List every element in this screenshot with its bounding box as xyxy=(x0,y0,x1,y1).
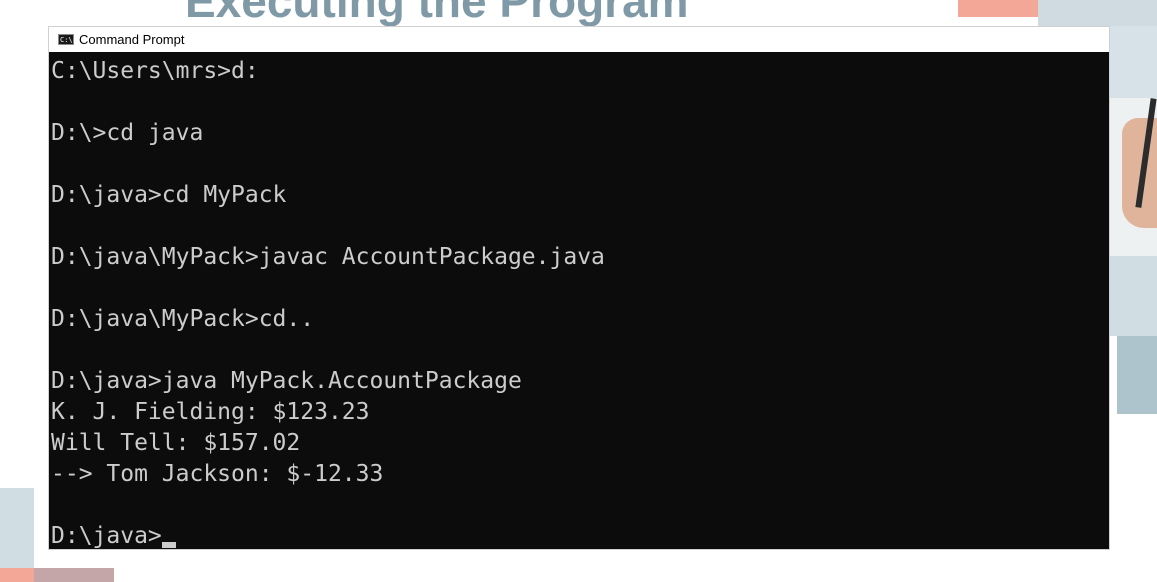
decorative-bottom-pink xyxy=(34,568,114,582)
decorative-bottom-peach xyxy=(0,568,34,582)
console-line: D:\java>cd MyPack xyxy=(51,182,287,208)
decorative-right-block xyxy=(1110,256,1157,336)
console-line: D:\>cd java xyxy=(51,120,204,146)
console-prompt: D:\java> xyxy=(51,523,162,549)
text-cursor xyxy=(161,542,176,548)
console-line: Will Tell: $157.02 xyxy=(51,430,301,456)
decorative-blue-block xyxy=(1117,336,1157,414)
decorative-salmon-block xyxy=(958,0,1038,17)
decorative-right-strip xyxy=(1110,26,1157,98)
slide-title: Executing the Program xyxy=(185,0,689,27)
console-output[interactable]: C:\Users\mrs>d: D:\>cd java D:\java>cd M… xyxy=(49,52,1109,552)
console-line: --> Tom Jackson: $-12.33 xyxy=(51,461,384,487)
decorative-gray-block xyxy=(1038,0,1157,26)
command-prompt-window[interactable]: C:\ Command Prompt C:\Users\mrs>d: D:\>c… xyxy=(48,26,1110,550)
console-line: D:\java\MyPack>cd.. xyxy=(51,306,315,332)
console-line: C:\Users\mrs>d: xyxy=(51,58,259,84)
command-prompt-icon: C:\ xyxy=(58,34,74,45)
window-title-bar[interactable]: C:\ Command Prompt xyxy=(49,27,1109,52)
decorative-left-block xyxy=(0,488,34,568)
window-title: Command Prompt xyxy=(79,32,185,47)
console-line: D:\java\MyPack>javac AccountPackage.java xyxy=(51,244,605,270)
hand-with-pen-photo xyxy=(1110,98,1157,256)
console-line: D:\java>java MyPack.AccountPackage xyxy=(51,368,522,394)
console-prompt-line[interactable]: D:\java> xyxy=(51,521,1109,552)
console-line: K. J. Fielding: $123.23 xyxy=(51,399,370,425)
